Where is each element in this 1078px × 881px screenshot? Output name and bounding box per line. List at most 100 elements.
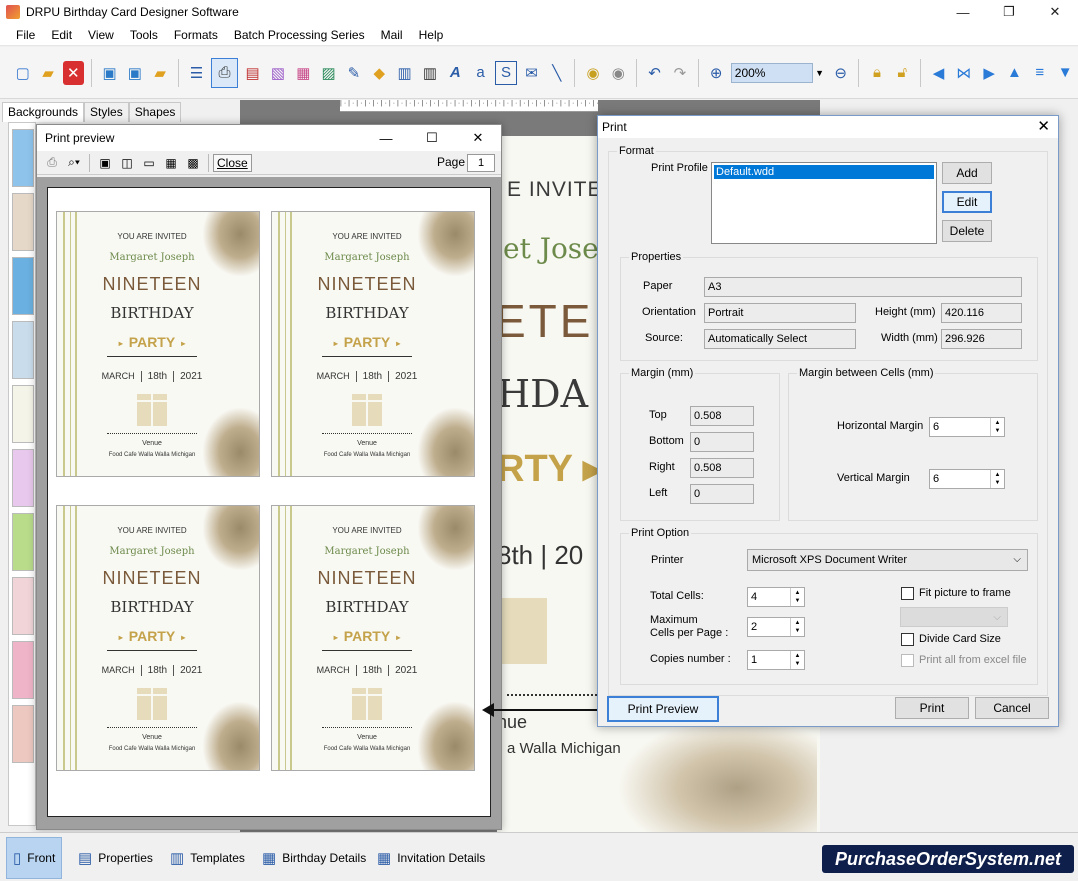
close-preview-button[interactable]: Close: [213, 153, 252, 172]
total-cells-stepper[interactable]: 4 ▲ ▼: [747, 587, 805, 607]
minimize-icon[interactable]: —: [940, 0, 986, 24]
pen-icon[interactable]: ✎: [343, 61, 364, 85]
spin-arrows-icon[interactable]: ▲ ▼: [990, 470, 1004, 488]
chevron-down-icon[interactable]: ⌵: [1013, 550, 1021, 570]
database2-icon[interactable]: ◉: [608, 61, 629, 85]
close-window-icon[interactable]: ✕: [455, 125, 501, 151]
text-a-icon[interactable]: a: [470, 61, 491, 85]
spin-arrows-icon[interactable]: ▲ ▼: [790, 651, 804, 669]
undo-icon[interactable]: ↶: [644, 61, 665, 85]
tab-shapes[interactable]: Shapes: [128, 102, 182, 122]
export-icon[interactable]: ▰: [150, 61, 171, 85]
menu-formats[interactable]: Formats: [166, 28, 226, 42]
arrow-down-icon[interactable]: ▼: [1054, 61, 1075, 85]
unlock-icon[interactable]: 🔓︎: [892, 61, 913, 85]
image-icon[interactable]: ▧: [267, 61, 288, 85]
signature-icon[interactable]: S: [495, 60, 517, 85]
profile-item-default[interactable]: Default.wdd: [714, 165, 934, 179]
background-thumbnail[interactable]: [12, 385, 34, 443]
save-icon[interactable]: ▣: [99, 61, 120, 85]
horizontal-margin-stepper[interactable]: 6 ▲ ▼: [929, 417, 1005, 437]
spin-arrows-icon[interactable]: ▲ ▼: [790, 618, 804, 636]
barcode-icon[interactable]: ▥: [394, 61, 415, 85]
open-icon[interactable]: ▰: [37, 61, 58, 85]
divide-card-checkbox[interactable]: [901, 633, 914, 646]
close-window-icon[interactable]: ✕: [1032, 0, 1078, 24]
tab-styles[interactable]: Styles: [84, 102, 129, 122]
canvas-party-text[interactable]: RTY ▸: [497, 446, 602, 491]
one-page-icon[interactable]: ▣: [96, 155, 114, 171]
tab-front[interactable]: ▯ Front: [6, 837, 63, 879]
background-thumbnail[interactable]: [12, 257, 34, 315]
copy-icon[interactable]: ▤: [242, 61, 263, 85]
tab-templates[interactable]: ▥ Templates: [170, 837, 245, 879]
print-profile-list[interactable]: Default.wdd: [711, 162, 937, 244]
print-preview-button[interactable]: Print Preview: [607, 696, 719, 722]
barcode2-icon[interactable]: ▥: [419, 61, 440, 85]
minimize-icon[interactable]: —: [363, 125, 409, 151]
tab-birthday-details[interactable]: ▦ Birthday Details: [262, 837, 366, 879]
background-thumbnail[interactable]: [12, 449, 34, 507]
margin-top-field[interactable]: 0.508: [690, 406, 754, 426]
print-icon[interactable]: ⎙: [211, 57, 238, 88]
background-thumbnail[interactable]: [12, 513, 34, 571]
delete-profile-button[interactable]: Delete: [942, 220, 992, 242]
margin-left-field[interactable]: 0: [690, 484, 754, 504]
background-thumbnail[interactable]: [12, 577, 34, 635]
database-icon[interactable]: ◉: [582, 61, 603, 85]
zoom-in-icon[interactable]: ⊕: [705, 61, 726, 85]
redo-icon[interactable]: ↷: [669, 61, 690, 85]
save-as-icon[interactable]: ▣: [124, 61, 145, 85]
arrow-right-icon[interactable]: ▶: [978, 61, 999, 85]
cancel-button[interactable]: Cancel: [975, 697, 1049, 719]
four-pages-icon[interactable]: ▦: [162, 155, 180, 171]
margin-bottom-field[interactable]: 0: [690, 432, 754, 452]
page-number-input[interactable]: 1: [467, 154, 495, 172]
gift-icon[interactable]: ▦: [293, 61, 314, 85]
spin-arrows-icon[interactable]: ▲ ▼: [990, 418, 1004, 436]
printer-select[interactable]: Microsoft XPS Document Writer ⌵: [747, 549, 1028, 571]
shape-icon[interactable]: ◆: [369, 61, 390, 85]
add-profile-button[interactable]: Add: [942, 162, 992, 184]
close-icon[interactable]: ✕: [1037, 117, 1050, 135]
fit-picture-checkbox[interactable]: [901, 587, 914, 600]
flip-icon[interactable]: ⋈: [953, 61, 974, 85]
edit-profile-button[interactable]: Edit: [942, 191, 992, 213]
menu-file[interactable]: File: [8, 28, 43, 42]
max-cells-stepper[interactable]: 2 ▲ ▼: [747, 617, 805, 637]
arrow-left-icon[interactable]: ◀: [928, 61, 949, 85]
margin-right-field[interactable]: 0.508: [690, 458, 754, 478]
vertical-margin-stepper[interactable]: 6 ▲ ▼: [929, 469, 1005, 489]
menu-tools[interactable]: Tools: [122, 28, 166, 42]
menu-view[interactable]: View: [80, 28, 122, 42]
zoom-out-icon[interactable]: ⊖: [830, 61, 851, 85]
menu-help[interactable]: Help: [411, 28, 452, 42]
tab-backgrounds[interactable]: Backgrounds: [2, 102, 85, 122]
chevron-down-icon[interactable]: ▼: [815, 68, 824, 78]
line-icon[interactable]: ╲: [546, 61, 567, 85]
maximize-icon[interactable]: ☐: [409, 125, 455, 151]
arrow-up-icon[interactable]: ▲: [1004, 61, 1025, 85]
canvas-birthday-text[interactable]: HDA: [497, 372, 588, 416]
text-icon[interactable]: A: [445, 61, 466, 85]
background-thumbnail[interactable]: [12, 321, 34, 379]
print-icon[interactable]: ⎙: [43, 155, 61, 171]
spin-arrows-icon[interactable]: ▲ ▼: [790, 588, 804, 606]
align-icon[interactable]: ≡: [1029, 61, 1050, 85]
three-pages-icon[interactable]: ▭: [140, 155, 158, 171]
menu-mail[interactable]: Mail: [373, 28, 411, 42]
background-thumbnail[interactable]: [12, 193, 34, 251]
tab-invitation-details[interactable]: ▦ Invitation Details: [377, 837, 485, 879]
mail-icon[interactable]: ✉: [521, 61, 542, 85]
background-thumbnail[interactable]: [12, 641, 34, 699]
two-pages-icon[interactable]: ◫: [118, 155, 136, 171]
lock-icon[interactable]: 🔒︎: [866, 61, 887, 85]
picture-icon[interactable]: ▨: [318, 61, 339, 85]
new-icon[interactable]: ▢: [12, 61, 33, 85]
gift-icon[interactable]: [501, 598, 547, 664]
properties-icon[interactable]: ☰: [186, 61, 207, 85]
zoom-input[interactable]: 200%: [730, 62, 814, 83]
background-thumbnail[interactable]: [12, 705, 34, 763]
canvas-address-text[interactable]: a Walla Michigan: [507, 740, 621, 757]
zoom-icon[interactable]: ⌕▾: [65, 155, 83, 171]
